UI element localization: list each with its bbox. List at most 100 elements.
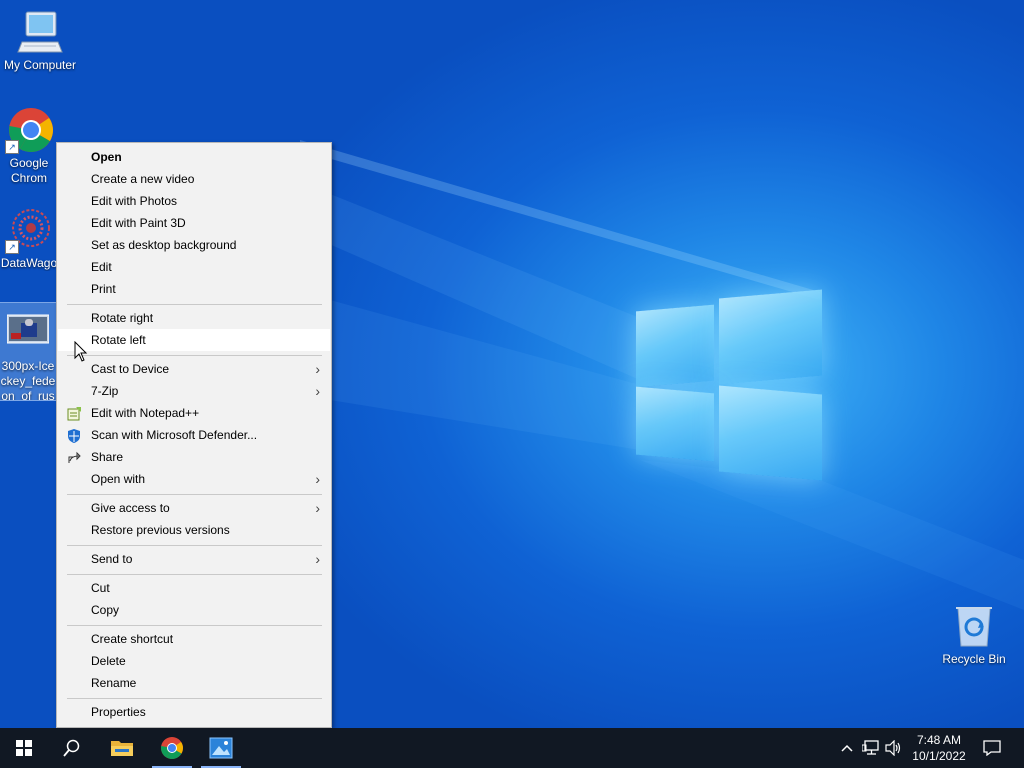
desktop-icon-my-computer[interactable]: My Computer <box>0 8 80 73</box>
desktop-icon-image-file[interactable]: 300px-Ice ckey_fede on_of_rus <box>0 302 57 401</box>
menu-separator <box>67 625 322 626</box>
menu-separator <box>67 545 322 546</box>
menu-separator <box>67 355 322 356</box>
menu-item-delete[interactable]: Delete <box>58 650 330 672</box>
taskbar: 7:48 AM 10/1/2022 <box>0 728 1024 768</box>
menu-item-label: Edit with Notepad++ <box>91 406 200 420</box>
action-center-button[interactable] <box>978 728 1006 768</box>
menu-item-share[interactable]: Share <box>58 446 330 468</box>
menu-item-edit-with-paint-3d[interactable]: Edit with Paint 3D <box>58 212 330 234</box>
menu-item-label: Cut <box>91 581 110 595</box>
menu-item-label: Print <box>91 282 116 296</box>
desktop-icon-label: DataWago <box>0 256 58 270</box>
menu-item-label: Copy <box>91 603 120 617</box>
menu-item-7zip[interactable]: 7-Zip › <box>58 380 330 402</box>
menu-item-create-new-video[interactable]: Create a new video <box>58 168 330 190</box>
menu-separator <box>67 494 322 495</box>
notification-icon <box>983 740 1001 756</box>
menu-item-rotate-left[interactable]: Rotate left <box>58 329 330 351</box>
menu-item-label: Open with <box>91 472 146 486</box>
desktop-icon-label: Recycle Bin <box>942 652 1006 666</box>
menu-item-label: Set as desktop background <box>91 238 237 252</box>
defender-shield-icon <box>67 428 81 443</box>
chrome-icon: ↗ <box>5 106 53 154</box>
taskbar-chrome[interactable] <box>148 728 196 768</box>
taskbar-file-explorer[interactable] <box>98 728 146 768</box>
menu-item-label: Create a new video <box>91 172 195 186</box>
menu-item-create-shortcut[interactable]: Create shortcut <box>58 628 330 650</box>
menu-item-open[interactable]: Open <box>58 146 330 168</box>
datawagon-icon: ↗ <box>5 206 53 254</box>
desktop-icon-recycle-bin[interactable]: Recycle Bin <box>934 602 1014 667</box>
chevron-right-icon: › <box>315 471 320 487</box>
taskbar-photos[interactable] <box>197 728 245 768</box>
chevron-right-icon: › <box>315 383 320 399</box>
menu-item-scan-with-defender[interactable]: Scan with Microsoft Defender... <box>58 424 330 446</box>
menu-item-label: Rename <box>91 676 137 690</box>
search-icon <box>63 739 80 757</box>
chevron-right-icon: › <box>315 500 320 516</box>
menu-item-edit-with-notepad-plus-plus[interactable]: Edit with Notepad++ <box>58 402 330 424</box>
menu-item-label: Delete <box>91 654 126 668</box>
desktop-icon-label: My Computer <box>3 58 77 72</box>
menu-item-label: Properties <box>91 705 146 719</box>
menu-item-label: Send to <box>91 552 133 566</box>
chevron-right-icon: › <box>315 361 320 377</box>
menu-item-label: 7-Zip <box>91 384 119 398</box>
menu-item-label: Rotate right <box>91 311 154 325</box>
photos-icon <box>209 737 233 759</box>
menu-item-label: Edit with Photos <box>91 194 178 208</box>
menu-item-label: Share <box>91 450 124 464</box>
menu-item-cut[interactable]: Cut <box>58 577 330 599</box>
menu-item-open-with[interactable]: Open with › <box>58 468 330 490</box>
context-menu: Open Create a new video Edit with Photos… <box>56 142 332 728</box>
desktop-icon-datawagon[interactable]: ↗ DataWago <box>0 206 58 271</box>
start-icon <box>16 740 32 756</box>
menu-item-copy[interactable]: Copy <box>58 599 330 621</box>
search-button[interactable] <box>48 728 96 768</box>
windows-logo-wallpaper <box>636 289 822 481</box>
menu-item-cast-to-device[interactable]: Cast to Device › <box>58 358 330 380</box>
menu-item-label: Open <box>91 150 122 164</box>
desktop-icon-label: 300px-Ice ckey_fede on_of_rus <box>0 359 56 400</box>
desktop-icon-google-chrome[interactable]: ↗ Google Chrom <box>0 106 58 186</box>
network-icon <box>862 740 879 755</box>
mouse-cursor-icon <box>74 341 88 362</box>
menu-item-print[interactable]: Print <box>58 278 330 300</box>
menu-separator <box>67 304 322 305</box>
chevron-up-icon <box>841 744 853 752</box>
menu-item-label: Rotate left <box>91 333 146 347</box>
menu-item-label: Restore previous versions <box>91 523 230 537</box>
menu-item-set-desktop-background[interactable]: Set as desktop background <box>58 234 330 256</box>
show-hidden-icons-button[interactable] <box>838 728 856 768</box>
menu-separator <box>67 698 322 699</box>
menu-item-rotate-right[interactable]: Rotate right <box>58 307 330 329</box>
notepad-plus-plus-icon <box>67 406 81 421</box>
menu-item-label: Cast to Device <box>91 362 170 376</box>
clock-time: 7:48 AM <box>916 733 962 747</box>
menu-item-restore-previous-versions[interactable]: Restore previous versions <box>58 519 330 541</box>
menu-item-label: Create shortcut <box>91 632 174 646</box>
menu-item-give-access-to[interactable]: Give access to › <box>58 497 330 519</box>
menu-item-send-to[interactable]: Send to › <box>58 548 330 570</box>
menu-item-properties[interactable]: Properties <box>58 701 330 723</box>
shortcut-arrow-icon: ↗ <box>5 140 19 154</box>
network-button[interactable] <box>860 728 882 768</box>
menu-item-edit-with-photos[interactable]: Edit with Photos <box>58 190 330 212</box>
menu-item-label: Give access to <box>91 501 170 515</box>
chevron-right-icon: › <box>315 551 320 567</box>
menu-item-label: Edit with Paint 3D <box>91 216 186 230</box>
shortcut-arrow-icon: ↗ <box>5 240 19 254</box>
menu-item-edit[interactable]: Edit <box>58 256 330 278</box>
recycle-bin-icon <box>950 602 998 650</box>
menu-separator <box>67 574 322 575</box>
start-button[interactable] <box>0 728 48 768</box>
clock-date: 10/1/2022 <box>912 749 966 763</box>
taskbar-clock[interactable]: 7:48 AM 10/1/2022 <box>900 728 978 768</box>
chrome-icon <box>161 737 183 759</box>
computer-icon <box>16 8 64 56</box>
share-icon <box>67 450 81 464</box>
menu-item-rename[interactable]: Rename <box>58 672 330 694</box>
menu-item-label: Edit <box>91 260 112 274</box>
file-explorer-icon <box>111 741 133 756</box>
